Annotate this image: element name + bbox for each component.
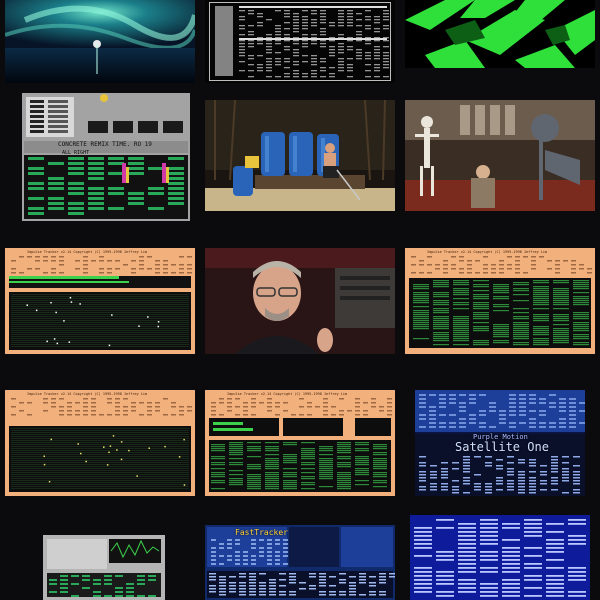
grey-tracker-title: CONCRETE REMIX TIME. RO 19	[58, 141, 152, 148]
tile-impulse-tracker-1[interactable]: Impulse Tracker v2.14 Copyright (C) 1995…	[5, 248, 195, 354]
grey-tracker-status: ALL RIGHT	[62, 150, 90, 156]
impulse-tracker-2-header: Impulse Tracker v2.14 Copyright (C) 1995…	[427, 250, 548, 254]
impulse-tracker-4-header: Impulse Tracker v2.14 Copyright (C) 1995…	[227, 392, 348, 396]
tile-blue-tracker-columns[interactable]	[410, 515, 590, 600]
tile-impulse-tracker-4[interactable]: Impulse Tracker v2.14 Copyright (C) 1995…	[205, 390, 395, 496]
image-gallery-grid: CONCRETE REMIX TIME. RO 19 ALL RIGHT Imp…	[0, 0, 600, 600]
tile-drummer-photo[interactable]	[205, 100, 395, 211]
fasttracker-logo: FastTracker	[235, 528, 288, 537]
tile-grey-tracker-small[interactable]	[43, 535, 165, 600]
tile-fasttracker-purple-motion[interactable]: Purple Motion Satellite One	[415, 390, 585, 496]
satellite-one-label: Satellite One	[455, 440, 549, 454]
tile-green-checker[interactable]	[405, 0, 595, 68]
tile-impulse-tracker-2[interactable]: Impulse Tracker v2.14 Copyright (C) 1995…	[405, 248, 595, 354]
tile-grey-tracker[interactable]: CONCRETE REMIX TIME. RO 19 ALL RIGHT	[22, 93, 190, 221]
impulse-tracker-1-header: Impulse Tracker v2.14 Copyright (C) 1995…	[27, 250, 148, 254]
tile-tracker-mono[interactable]	[205, 0, 395, 83]
tile-aurora-photo[interactable]	[5, 0, 195, 83]
tile-interview-photo[interactable]	[205, 248, 395, 354]
tile-skeleton-photo[interactable]	[405, 100, 595, 211]
tile-impulse-tracker-3[interactable]: Impulse Tracker v2.14 Copyright (C) 1995…	[5, 390, 195, 496]
tile-fasttracker-2[interactable]: FastTracker	[205, 525, 395, 600]
impulse-tracker-3-header: Impulse Tracker v2.14 Copyright (C) 1995…	[27, 392, 148, 396]
